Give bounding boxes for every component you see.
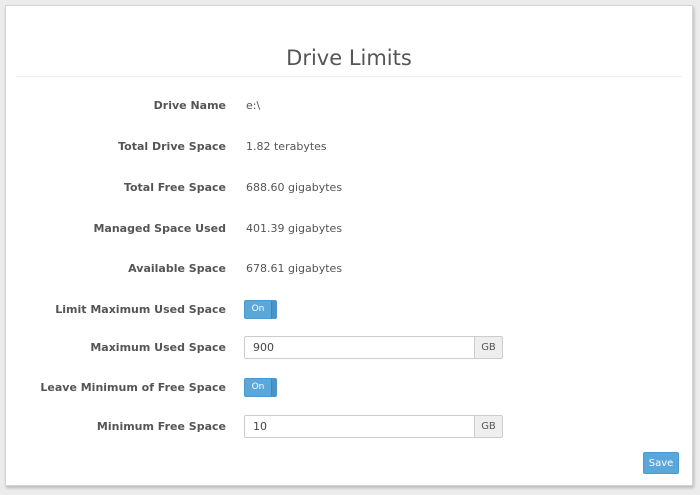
page-title: Drive Limits: [286, 46, 412, 70]
max-used-space-unit: GB: [474, 336, 503, 359]
max-used-space-row: Maximum Used Space GB: [6, 336, 692, 360]
save-button[interactable]: Save: [643, 452, 679, 474]
min-free-space-unit: GB: [474, 415, 503, 438]
managed-space-used-value: 401.39 gigabytes: [246, 222, 343, 235]
drive-limits-panel: Drive Limits Drive Name e:\ Total Drive …: [5, 5, 693, 486]
total-free-space-value: 688.60 gigabytes: [246, 181, 343, 194]
managed-space-used-label: Managed Space Used: [93, 222, 226, 235]
min-free-space-row: Minimum Free Space GB: [6, 415, 692, 439]
limit-max-used-toggle[interactable]: On: [244, 300, 277, 319]
available-space-label: Available Space: [128, 262, 226, 275]
max-used-space-input[interactable]: [244, 336, 475, 359]
total-free-space-row: Total Free Space 688.60 gigabytes: [6, 176, 692, 200]
max-used-space-label: Maximum Used Space: [90, 341, 226, 354]
leave-min-free-label: Leave Minimum of Free Space: [40, 381, 226, 394]
total-free-space-label: Total Free Space: [123, 181, 226, 194]
total-drive-space-value: 1.82 terabytes: [246, 140, 327, 153]
drive-name-label: Drive Name: [153, 99, 226, 112]
min-free-space-label: Minimum Free Space: [96, 420, 226, 433]
limit-max-used-row: Limit Maximum Used Space On: [6, 298, 692, 322]
leave-min-free-row: Leave Minimum of Free Space On: [6, 376, 692, 400]
toggle-handle: [271, 301, 276, 318]
toggle-handle: [271, 379, 276, 396]
total-drive-space-label: Total Drive Space: [118, 140, 226, 153]
available-space-value: 678.61 gigabytes: [246, 262, 343, 275]
leave-min-free-toggle[interactable]: On: [244, 378, 277, 397]
drive-name-row: Drive Name e:\: [6, 94, 692, 118]
max-used-space-input-group: GB: [244, 336, 504, 359]
min-free-space-input[interactable]: [244, 415, 475, 438]
available-space-row: Available Space 678.61 gigabytes: [6, 257, 692, 281]
limit-max-used-toggle-label: On: [251, 304, 265, 314]
title-divider: [16, 76, 682, 77]
leave-min-free-toggle-label: On: [251, 382, 265, 392]
min-free-space-input-group: GB: [244, 415, 504, 438]
drive-name-value: e:\: [246, 99, 261, 112]
total-drive-space-row: Total Drive Space 1.82 terabytes: [6, 135, 692, 159]
managed-space-used-row: Managed Space Used 401.39 gigabytes: [6, 217, 692, 241]
limit-max-used-label: Limit Maximum Used Space: [55, 303, 226, 316]
